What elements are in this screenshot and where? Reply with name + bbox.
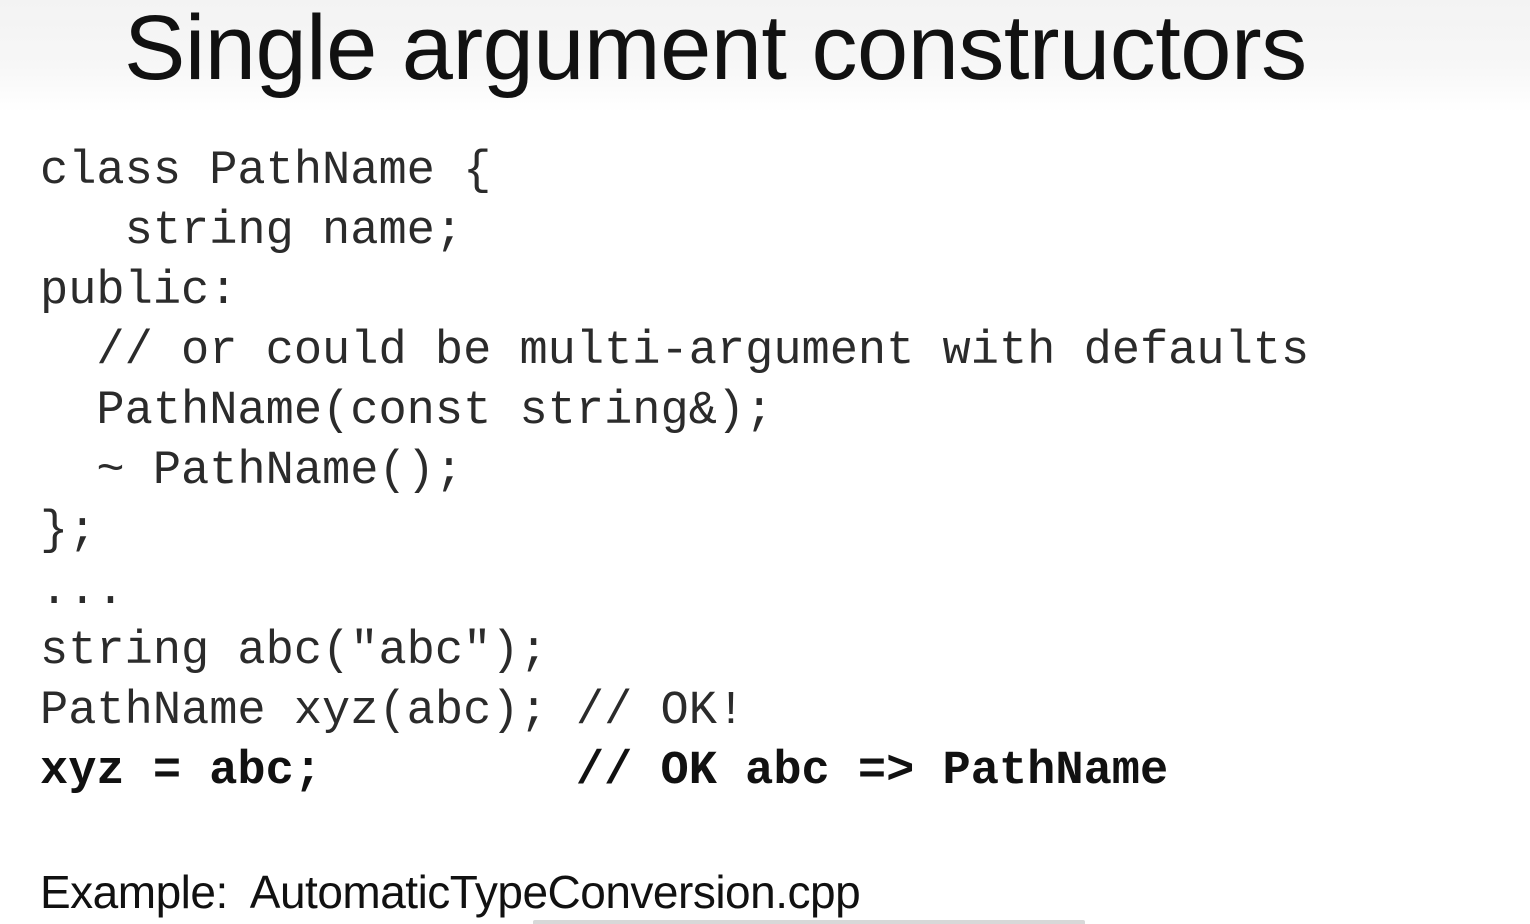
code-line: // or could be multi-argument with defau…	[40, 325, 1310, 378]
code-line: PathName xyz(abc); // OK!	[40, 685, 746, 738]
code-line-highlighted: xyz = abc; // OK abc => PathName	[40, 745, 1169, 798]
slide-title: Single argument constructors	[124, 0, 1307, 99]
code-line: class PathName {	[40, 145, 492, 198]
code-line: string name;	[40, 205, 464, 258]
code-line: };	[40, 505, 97, 558]
example-filename: Example: AutomaticTypeConversion.cpp	[40, 866, 861, 918]
code-line: string abc("abc");	[40, 625, 548, 678]
code-block: class PathName { string name; public: // …	[40, 142, 1309, 802]
code-line: ~ PathName();	[40, 445, 464, 498]
code-line: ...	[40, 565, 125, 618]
code-line: PathName(const string&);	[40, 385, 774, 438]
code-line: public:	[40, 265, 238, 318]
scrollbar[interactable]	[533, 920, 1085, 924]
